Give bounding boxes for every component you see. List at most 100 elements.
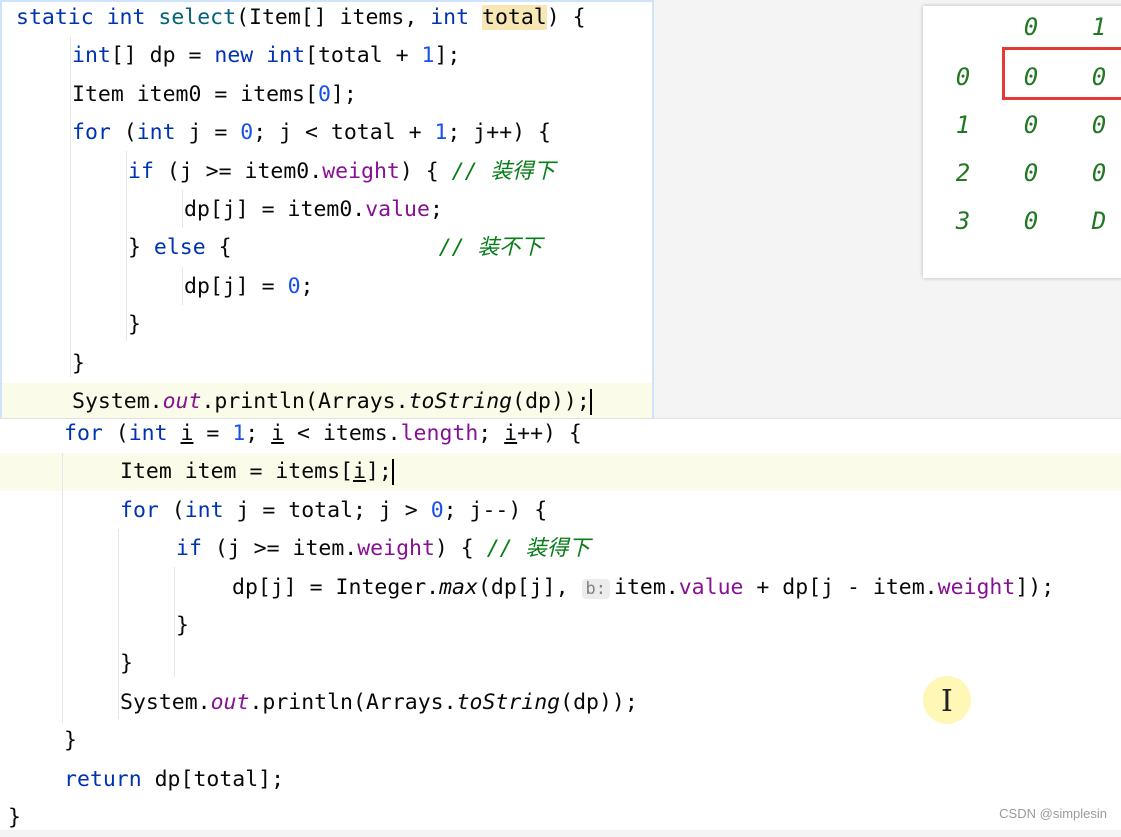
code-editor-panel-top[interactable]: static int select(Item[] items, int tota… bbox=[0, 0, 654, 421]
code-token: ( bbox=[123, 120, 137, 146]
code-line[interactable]: } bbox=[72, 345, 85, 383]
code-token: ]); bbox=[1015, 574, 1055, 600]
code-token: ) { bbox=[399, 158, 452, 184]
code-line[interactable]: } else { // 装不下 bbox=[128, 229, 542, 267]
code-line[interactable]: if (j >= item.weight) { // 装得下 bbox=[176, 530, 590, 568]
code-line[interactable]: if (j >= item0.weight) { // 装得下 bbox=[128, 153, 555, 191]
code-token: } bbox=[120, 651, 133, 677]
code-token: 1 bbox=[434, 120, 448, 146]
code-token: ) { bbox=[546, 5, 586, 30]
code-token: } bbox=[176, 613, 189, 638]
code-token: else bbox=[153, 235, 219, 261]
code-token: (dp[j], bbox=[477, 574, 582, 600]
parameter-hint: b: bbox=[581, 578, 610, 599]
code-token: ( bbox=[115, 421, 129, 446]
code-token: ( bbox=[171, 497, 185, 523]
code-token: out bbox=[162, 389, 202, 414]
code-token: weight bbox=[937, 574, 1016, 600]
code-line[interactable]: } bbox=[128, 306, 141, 344]
code-token: // 装不下 bbox=[438, 235, 543, 261]
code-line[interactable]: } bbox=[120, 645, 133, 683]
code-token: (dp)); bbox=[560, 689, 638, 715]
code-token: 0 bbox=[287, 273, 301, 299]
code-token: out bbox=[210, 689, 250, 715]
code-token: < items. bbox=[284, 421, 401, 446]
code-token: ; j++) { bbox=[447, 120, 551, 146]
code-token: return bbox=[64, 766, 155, 792]
code-token: // 装得下 bbox=[451, 158, 555, 184]
code-token: 1 bbox=[421, 43, 435, 69]
dp-cell: 0 bbox=[1091, 159, 1107, 187]
code-token: (Item[] items, bbox=[236, 5, 431, 30]
code-token: static bbox=[16, 5, 107, 30]
code-token: weight bbox=[322, 158, 400, 184]
code-line[interactable]: for (int j = total; j > 0; j--) { bbox=[120, 492, 547, 530]
dp-cell: 0 bbox=[1023, 63, 1039, 91]
code-line[interactable]: dp[j] = Integer.max(dp[j], b: item.value … bbox=[232, 569, 1054, 607]
code-token: int bbox=[106, 5, 159, 30]
code-line[interactable]: System.out.println(Arrays.toString(dp)); bbox=[120, 684, 638, 722]
code-token: [total + bbox=[305, 43, 422, 69]
code-token: Item item0 = items[ bbox=[72, 81, 318, 107]
code-line[interactable]: } bbox=[8, 799, 21, 837]
dp-cell: 0 bbox=[1023, 111, 1039, 139]
dp-cell: D bbox=[1091, 207, 1107, 235]
code-token: ; j--) { bbox=[443, 497, 548, 523]
code-token: weight bbox=[357, 536, 435, 562]
code-token: if bbox=[176, 536, 215, 562]
code-token: j = bbox=[188, 120, 241, 146]
code-line[interactable]: dp[j] = item0.value; bbox=[184, 191, 443, 229]
code-token: 0 bbox=[430, 497, 444, 523]
text-cursor-icon: I bbox=[941, 684, 953, 719]
code-token: i bbox=[353, 459, 366, 485]
code-token: ]; bbox=[365, 459, 392, 485]
code-line[interactable]: for (int i = 1; i < items.length; i++) { bbox=[64, 415, 582, 453]
code-token: int bbox=[72, 43, 111, 69]
dp-cell: 3 bbox=[955, 207, 971, 235]
code-token: toString bbox=[456, 689, 561, 715]
code-token: j = total; j > bbox=[236, 497, 431, 523]
code-token: select bbox=[158, 5, 237, 30]
code-token: System. bbox=[72, 389, 163, 414]
text-caret bbox=[391, 459, 394, 486]
dp-cell: 0 bbox=[1023, 13, 1039, 41]
code-token: ; bbox=[429, 197, 443, 222]
code-line[interactable]: for (int j = 0; j < total + 1; j++) { bbox=[72, 114, 551, 152]
code-token: i bbox=[271, 421, 285, 446]
code-token: .println(Arrays. bbox=[201, 389, 409, 414]
indent-guide bbox=[70, 37, 71, 377]
indent-guide bbox=[174, 567, 175, 677]
code-editor-panel-bottom[interactable]: for (int i = 1; i < items.length; i++) {… bbox=[0, 418, 1121, 830]
indent-guide bbox=[118, 529, 119, 719]
code-line[interactable]: Item item = items[i]; bbox=[120, 453, 394, 491]
indent-guide bbox=[126, 151, 127, 341]
dp-cell: 0 bbox=[1091, 111, 1107, 139]
code-token: + dp[j - item. bbox=[743, 574, 938, 600]
code-token: new bbox=[214, 43, 267, 69]
code-token: { bbox=[218, 235, 439, 261]
code-token: dp[j] = bbox=[184, 273, 288, 299]
dp-cell: 0 bbox=[1091, 63, 1107, 91]
code-token: ; j < total + bbox=[253, 120, 435, 146]
code-token: int bbox=[128, 421, 181, 446]
indent-guide bbox=[62, 453, 63, 723]
code-token: 1 bbox=[232, 421, 246, 446]
code-token: for bbox=[120, 497, 172, 523]
code-token: value bbox=[678, 574, 744, 600]
code-token: 0 bbox=[317, 81, 331, 107]
code-line[interactable]: } bbox=[176, 607, 189, 645]
code-token: } bbox=[128, 235, 154, 261]
code-token: int bbox=[184, 497, 237, 523]
code-line[interactable]: dp[j] = 0; bbox=[184, 268, 313, 306]
code-line[interactable]: static int select(Item[] items, int tota… bbox=[16, 0, 586, 37]
indent-guide bbox=[182, 267, 183, 305]
code-token: for bbox=[72, 120, 124, 146]
code-line[interactable]: int[] dp = new int[total + 1]; bbox=[72, 37, 460, 75]
code-line[interactable]: } bbox=[64, 722, 77, 760]
code-token: max bbox=[439, 574, 478, 600]
code-token: = bbox=[193, 421, 233, 446]
code-line[interactable]: Item item0 = items[0]; bbox=[72, 76, 357, 114]
code-line[interactable]: return dp[total]; bbox=[64, 761, 284, 799]
code-token: ; bbox=[478, 421, 505, 446]
indent-guide bbox=[182, 190, 183, 228]
